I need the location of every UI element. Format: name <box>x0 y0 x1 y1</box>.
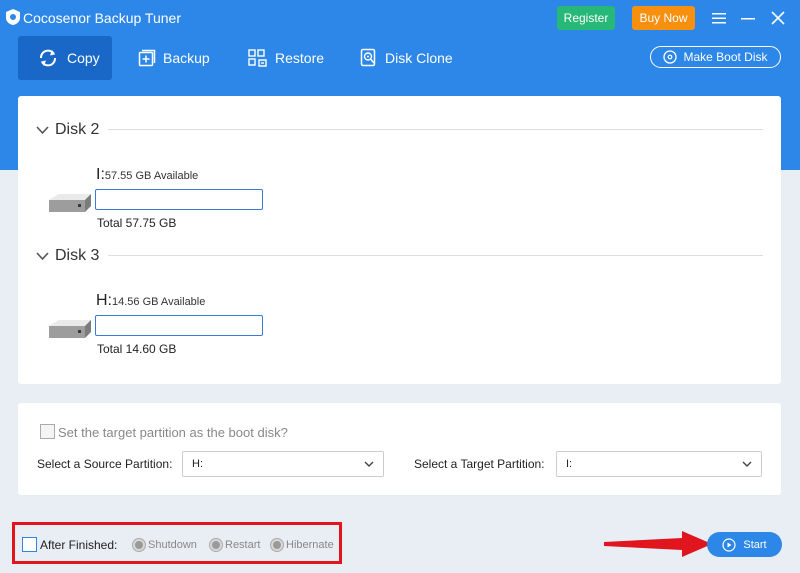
partition-i-bar[interactable] <box>95 189 263 210</box>
disk-3-header[interactable]: Disk 3 <box>36 247 99 265</box>
disk-3-divider <box>108 255 763 256</box>
hibernate-radio-label: Hibernate <box>286 539 334 551</box>
chevron-down-icon <box>36 125 49 134</box>
disk-clone-icon <box>360 48 376 67</box>
disk-2-name: Disk 2 <box>55 121 100 138</box>
menu-icon[interactable] <box>709 8 729 28</box>
partition-h-total: Total 14.60 GB <box>97 342 177 356</box>
app-title: Cocosenor Backup Tuner <box>23 10 181 26</box>
source-partition-label: Select a Source Partition: <box>37 457 173 471</box>
tab-restore[interactable]: Restore <box>248 36 324 80</box>
drive-icon <box>49 320 91 338</box>
tab-disk-clone[interactable]: Disk Clone <box>360 36 453 80</box>
minimize-icon[interactable] <box>738 8 758 28</box>
disk-2-header[interactable]: Disk 2 <box>36 121 99 139</box>
disk-panel: Disk 2 I:57.55 GB Available Total 57.75 … <box>18 96 781 384</box>
start-label: Start <box>743 538 767 551</box>
partition-i-available: 57.55 GB Available <box>104 170 199 182</box>
start-button[interactable]: Start <box>707 532 782 557</box>
partition-i-total: Total 57.75 GB <box>97 216 177 230</box>
after-finished-label: After Finished: <box>40 538 118 552</box>
after-finished-checkbox[interactable] <box>22 537 37 552</box>
shutdown-radio-label: Shutdown <box>148 539 197 551</box>
copy-icon <box>40 49 56 67</box>
chevron-down-icon <box>36 251 49 260</box>
hibernate-radio[interactable] <box>271 539 283 551</box>
app-logo-icon <box>6 9 20 25</box>
restore-icon <box>248 49 267 67</box>
disk-3-name: Disk 3 <box>55 247 100 264</box>
source-partition-select[interactable]: H: <box>182 451 384 477</box>
partition-h-available: 14.56 GB Available <box>112 296 206 308</box>
partition-i-label[interactable]: I:57.55 GB Available <box>96 166 198 184</box>
target-partition-value: I: <box>566 458 573 470</box>
partition-h-letter: H: <box>96 292 112 309</box>
close-icon[interactable] <box>768 8 788 28</box>
tab-backup-label: Backup <box>163 50 210 66</box>
disc-icon <box>663 50 678 64</box>
target-partition-label: Select a Target Partition: <box>414 457 545 471</box>
restart-radio[interactable] <box>210 539 222 551</box>
partition-h-label[interactable]: H:14.56 GB Available <box>96 292 205 310</box>
tab-copy-label: Copy <box>67 50 100 66</box>
partition-h-bar[interactable] <box>95 315 263 336</box>
options-panel: Set the target partition as the boot dis… <box>18 403 781 495</box>
target-partition-select[interactable]: I: <box>556 451 762 477</box>
source-partition-value: H: <box>192 458 203 470</box>
play-icon <box>722 537 736 552</box>
backup-icon <box>138 49 156 67</box>
disk-2-divider <box>108 129 763 130</box>
title-bar: Cocosenor Backup Tuner Register Buy Now <box>0 0 800 36</box>
shutdown-radio[interactable] <box>133 539 145 551</box>
buy-now-button[interactable]: Buy Now <box>632 6 695 30</box>
boot-disk-checkbox-label: Set the target partition as the boot dis… <box>58 425 288 440</box>
make-boot-disk-button[interactable]: Make Boot Disk <box>650 46 781 68</box>
tab-backup[interactable]: Backup <box>138 36 210 80</box>
register-button[interactable]: Register <box>557 6 615 30</box>
drive-icon <box>49 194 91 212</box>
chevron-down-icon <box>364 461 374 467</box>
restart-radio-label: Restart <box>225 539 261 551</box>
arrow-annotation-icon <box>604 531 712 557</box>
tab-disk-clone-label: Disk Clone <box>385 50 453 66</box>
tab-copy[interactable]: Copy <box>18 36 112 80</box>
chevron-down-icon <box>742 461 752 467</box>
partition-i-letter: I: <box>96 166 105 183</box>
make-boot-disk-label: Make Boot Disk <box>683 50 768 64</box>
boot-disk-checkbox[interactable] <box>40 424 55 439</box>
tab-restore-label: Restore <box>275 50 325 66</box>
